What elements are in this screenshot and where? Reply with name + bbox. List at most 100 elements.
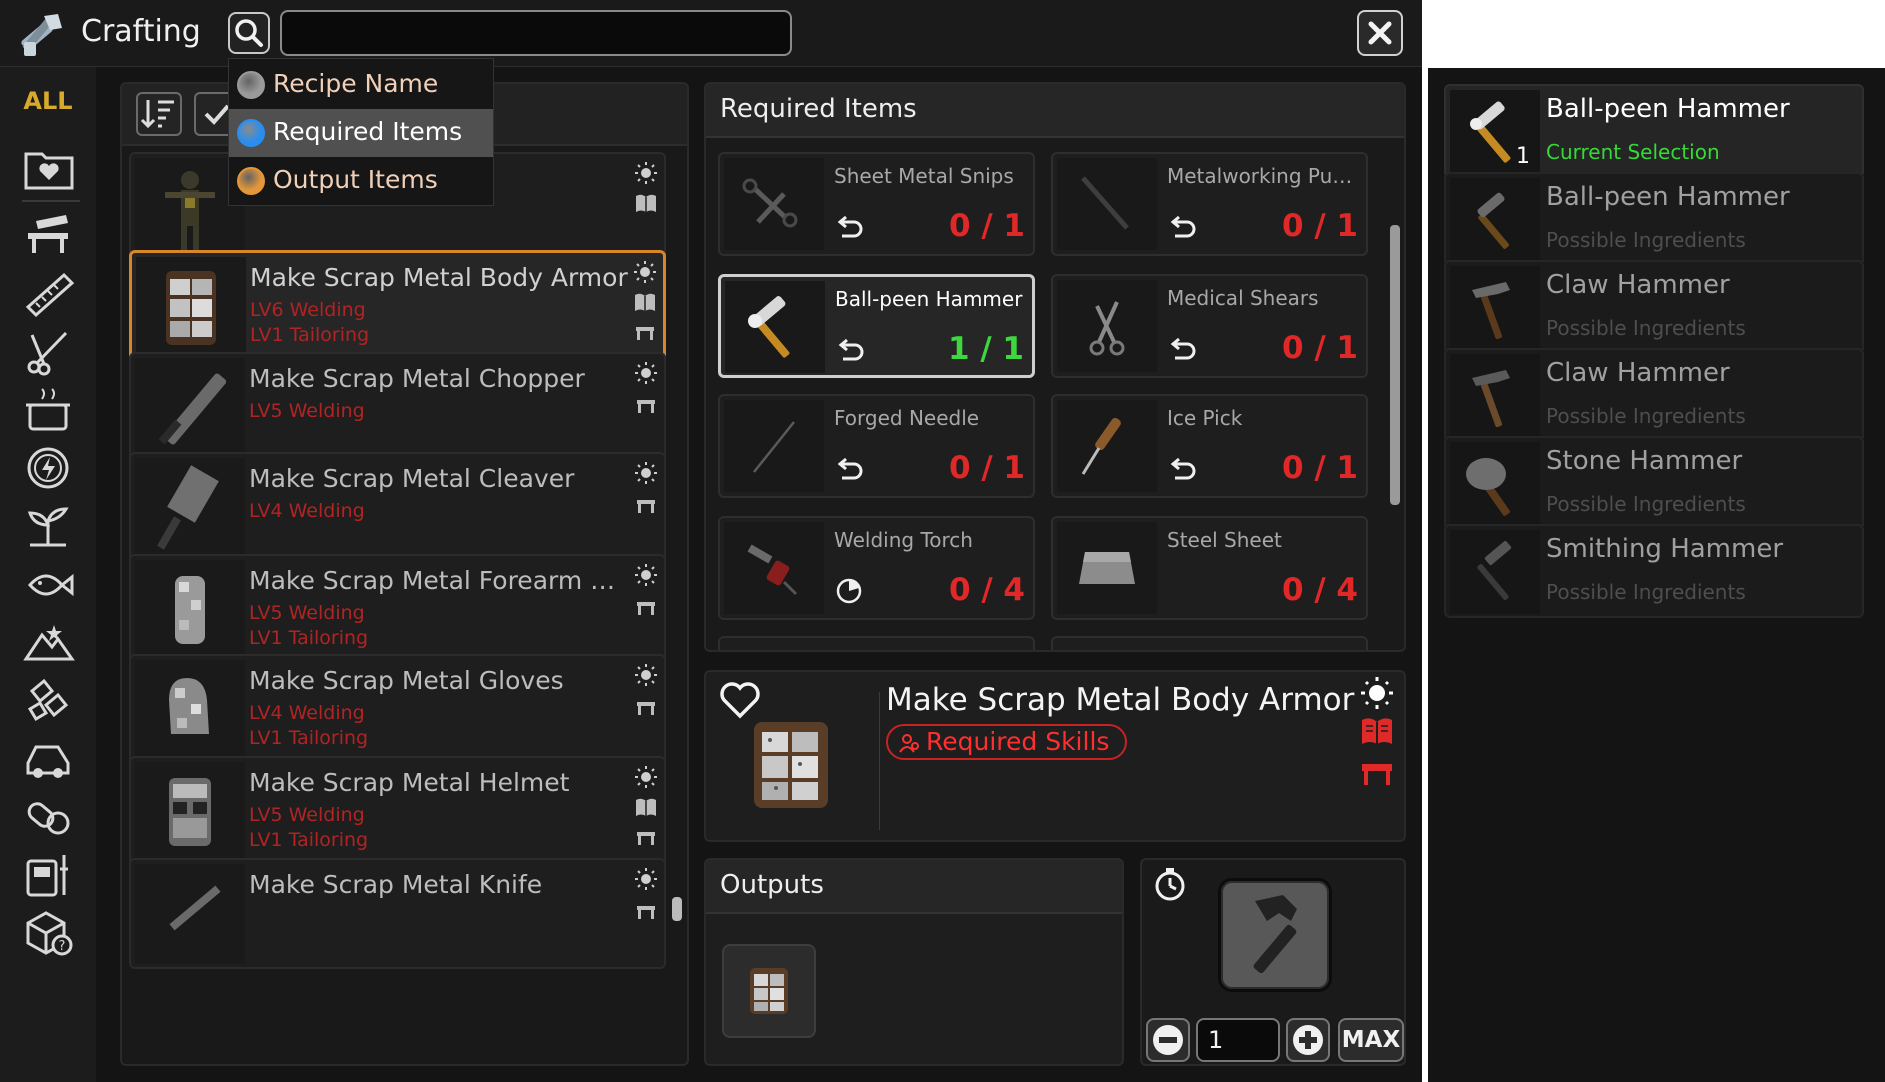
steel-sheet-icon xyxy=(1057,522,1157,614)
vehicle-icon[interactable] xyxy=(22,733,76,783)
ingredient-source-item[interactable]: Stone Hammer Possible Ingredients xyxy=(1444,436,1864,530)
filter-option[interactable]: Required Items xyxy=(229,109,493,157)
quantity-plus-button[interactable] xyxy=(1286,1018,1330,1062)
outputs-header: Outputs xyxy=(706,860,1122,914)
required-item-count: 0 / 1 xyxy=(1281,208,1358,244)
required-item-card[interactable] xyxy=(1051,636,1368,650)
workbench-icon[interactable] xyxy=(22,211,76,261)
required-item-name: Medical Shears xyxy=(1167,286,1319,310)
recipe-thumbnail xyxy=(136,257,246,357)
quantity-minus-button[interactable] xyxy=(1146,1018,1190,1062)
required-item-card[interactable]: Ball-peen Hammer 1 / 1 xyxy=(718,274,1035,378)
misc-box-icon[interactable]: ? xyxy=(22,907,76,957)
required-item-name: Welding Torch xyxy=(834,528,973,552)
medical-icon[interactable] xyxy=(22,791,76,841)
required-item-name: Forged Needle xyxy=(834,406,980,430)
recipe-thumbnail xyxy=(135,458,245,558)
cooking-pot-icon[interactable] xyxy=(22,385,76,435)
search-input[interactable] xyxy=(280,10,792,56)
fishing-icon[interactable] xyxy=(22,559,76,609)
close-button[interactable] xyxy=(1357,10,1403,56)
light-icon xyxy=(634,362,658,384)
book-icon xyxy=(633,291,657,313)
recipe-name: Make Scrap Metal Forearm Ar... xyxy=(249,566,629,595)
quantity-max-button[interactable]: MAX xyxy=(1338,1018,1404,1062)
quantity-input[interactable] xyxy=(1196,1018,1280,1062)
recipe-skill-requirement: LV4 Welding xyxy=(249,500,365,522)
scissors-icon[interactable] xyxy=(22,327,76,377)
ingredient-sources-panel: Ball-peen Hammer Current Selection 1 Ball-p… xyxy=(1428,68,1885,1082)
ingredient-source-item[interactable]: Ball-peen Hammer Current Selection 1 xyxy=(1444,84,1864,178)
required-skills-button[interactable]: Required Skills xyxy=(886,724,1128,760)
required-item-card[interactable]: Steel Sheet 0 / 4 xyxy=(1051,516,1368,620)
saw-icon[interactable] xyxy=(22,269,76,319)
detail-divider xyxy=(879,692,880,830)
filter-option-label: Required Items xyxy=(273,117,463,146)
filter-option[interactable]: Recipe Name xyxy=(229,61,493,109)
required-item-card[interactable]: Forged Needle 0 / 1 xyxy=(718,394,1035,498)
favorites-folder-icon[interactable] xyxy=(22,144,76,194)
electricity-icon[interactable] xyxy=(22,443,76,493)
recipe-item[interactable]: Make Scrap Metal Forearm Ar... LV5 Weldin… xyxy=(129,554,666,665)
recipe-thumbnail xyxy=(135,660,245,760)
output-item-slot[interactable] xyxy=(722,944,816,1038)
recipe-detail-panel: Make Scrap Metal Body Armor Required Ski… xyxy=(704,670,1406,842)
light-icon xyxy=(634,766,658,788)
required-items-header: Required Items xyxy=(706,84,1404,138)
snips-icon xyxy=(724,158,824,250)
ammo-icon[interactable] xyxy=(22,675,76,725)
filter-option-label: Recipe Name xyxy=(273,69,439,98)
filter-option-label: Output Items xyxy=(273,165,438,194)
outputs-title: Outputs xyxy=(720,870,824,900)
recipe-thumbnail xyxy=(135,358,245,458)
ingredient-source-item[interactable]: Smithing Hammer Possible Ingredients xyxy=(1444,524,1864,618)
search-filter-dropdown: Recipe Name Required Items Output Items xyxy=(228,58,494,206)
ingredient-source-item[interactable]: Ball-peen Hammer Possible Ingredients xyxy=(1444,172,1864,266)
required-item-card[interactable]: Medical Shears 0 / 1 xyxy=(1051,274,1368,378)
outputs-panel: Outputs xyxy=(704,858,1124,1066)
required-item-card[interactable] xyxy=(718,636,1035,650)
category-all[interactable]: ALL xyxy=(0,87,96,115)
ingredient-source-item[interactable]: Claw Hammer Possible Ingredients xyxy=(1444,348,1864,442)
hammer-icon xyxy=(1450,530,1540,614)
ingredient-source-subtitle: Possible Ingredients xyxy=(1546,228,1746,252)
required-item-card[interactable]: Ice Pick 0 / 1 xyxy=(1051,394,1368,498)
sort-button[interactable] xyxy=(136,92,182,136)
plus-icon xyxy=(1293,1025,1323,1055)
required-item-card[interactable]: Metalworking Pun... 0 / 1 xyxy=(1051,152,1368,256)
recipe-skill-requirement: LV1 Tailoring xyxy=(249,829,369,851)
recipe-skill-requirement: LV4 Welding xyxy=(249,702,365,724)
sort-icon xyxy=(140,100,174,129)
recipe-item[interactable]: Make Scrap Metal Knife xyxy=(129,858,666,969)
recipe-list-scrollbar[interactable] xyxy=(672,897,682,921)
required-item-name: Metalworking Pun... xyxy=(1167,164,1363,188)
required-item-count: 1 / 1 xyxy=(947,331,1024,367)
required-item-count: 0 / 4 xyxy=(948,572,1025,608)
required-item-card[interactable]: Sheet Metal Snips 0 / 1 xyxy=(718,152,1035,256)
timer-icon xyxy=(1152,866,1188,902)
filter-option[interactable]: Output Items xyxy=(229,157,493,205)
radio-dot-icon xyxy=(237,167,265,195)
required-item-name: Ice Pick xyxy=(1167,406,1243,430)
recipe-item[interactable]: Make Scrap Metal Gloves LV4 Welding LV1 Ta… xyxy=(129,654,666,765)
farming-icon[interactable] xyxy=(22,501,76,551)
workbench-icon xyxy=(634,596,658,618)
required-item-name: Ball-peen Hammer xyxy=(835,287,1023,311)
search-button[interactable] xyxy=(228,12,270,54)
required-items-scrollbar[interactable] xyxy=(1390,225,1400,505)
recipe-item[interactable]: Make Scrap Metal Chopper LV5 Welding xyxy=(129,352,666,463)
hammer-icon xyxy=(1450,178,1540,262)
category-divider xyxy=(22,200,80,202)
recipe-item[interactable]: Make Scrap Metal Cleaver LV4 Welding xyxy=(129,452,666,563)
recipe-skill-requirement: LV1 Tailoring xyxy=(250,324,370,346)
ingredient-source-name: Claw Hammer xyxy=(1546,270,1730,300)
electronics-icon[interactable] xyxy=(22,849,76,899)
survival-icon[interactable] xyxy=(22,617,76,667)
required-item-card[interactable]: Welding Torch 0 / 4 xyxy=(718,516,1035,620)
ingredient-source-name: Ball-peen Hammer xyxy=(1546,182,1790,212)
body-armor-thumbnail xyxy=(736,708,846,818)
recipe-item[interactable]: Make Scrap Metal Body Armor LV6 Welding LV… xyxy=(129,250,666,361)
ingredient-source-item[interactable]: Claw Hammer Possible Ingredients xyxy=(1444,260,1864,354)
recipe-item[interactable]: Make Scrap Metal Helmet LV5 Welding LV1 Ta… xyxy=(129,756,666,867)
craft-button[interactable] xyxy=(1218,878,1332,992)
